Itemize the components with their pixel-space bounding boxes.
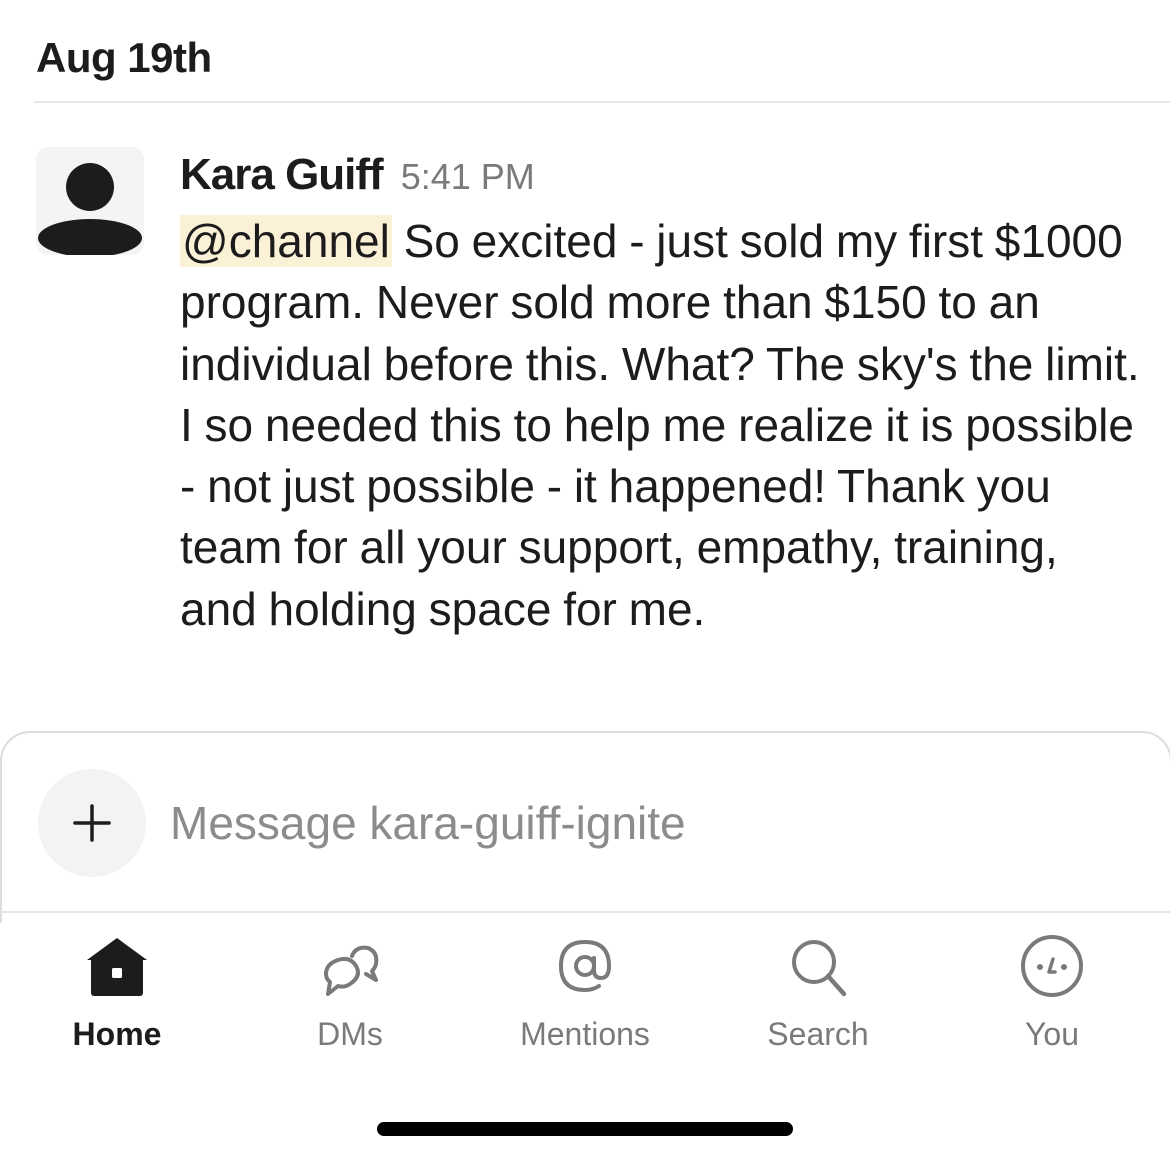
plus-icon: [73, 804, 111, 842]
mentions-icon: [558, 939, 612, 993]
message-timestamp: 5:41 PM: [400, 156, 535, 197]
channel-mention[interactable]: @channel: [180, 215, 392, 267]
date-divider: [34, 101, 1170, 103]
message-text: So excited - just sold my first $1000 pr…: [180, 215, 1140, 635]
default-user-icon: [38, 163, 142, 255]
date-header: Aug 19th: [36, 34, 212, 81]
message-composer: [0, 731, 1170, 923]
tab-mentions-label: Mentions: [520, 1016, 650, 1052]
message-input[interactable]: [170, 791, 1070, 855]
tab-mentions[interactable]: Mentions: [485, 928, 685, 1058]
tab-home-label: Home: [72, 1016, 162, 1052]
author-name[interactable]: Kara Guiff: [180, 150, 384, 200]
add-attachment-button[interactable]: [38, 769, 146, 877]
tab-dms[interactable]: DMs: [250, 928, 450, 1058]
search-icon: [792, 940, 847, 997]
avatar[interactable]: [36, 147, 144, 255]
home-icon: [87, 938, 147, 996]
tab-search-label: Search: [767, 1016, 869, 1052]
message-header: Kara Guiff 5:41 PM: [180, 150, 1140, 206]
tab-search[interactable]: Search: [718, 928, 918, 1058]
home-indicator: [377, 1122, 793, 1136]
nav-divider: [0, 911, 1170, 913]
you-icon: [1021, 935, 1083, 997]
dms-icon: [324, 945, 379, 996]
tab-you[interactable]: You: [952, 928, 1152, 1058]
tab-dms-label: DMs: [317, 1016, 383, 1052]
message-body: @channel So excited - just sold my first…: [180, 211, 1140, 640]
tab-home[interactable]: Home: [17, 928, 217, 1058]
tab-you-label: You: [1025, 1016, 1079, 1052]
message: Kara Guiff 5:41 PM @channel So excited -…: [180, 150, 1140, 640]
